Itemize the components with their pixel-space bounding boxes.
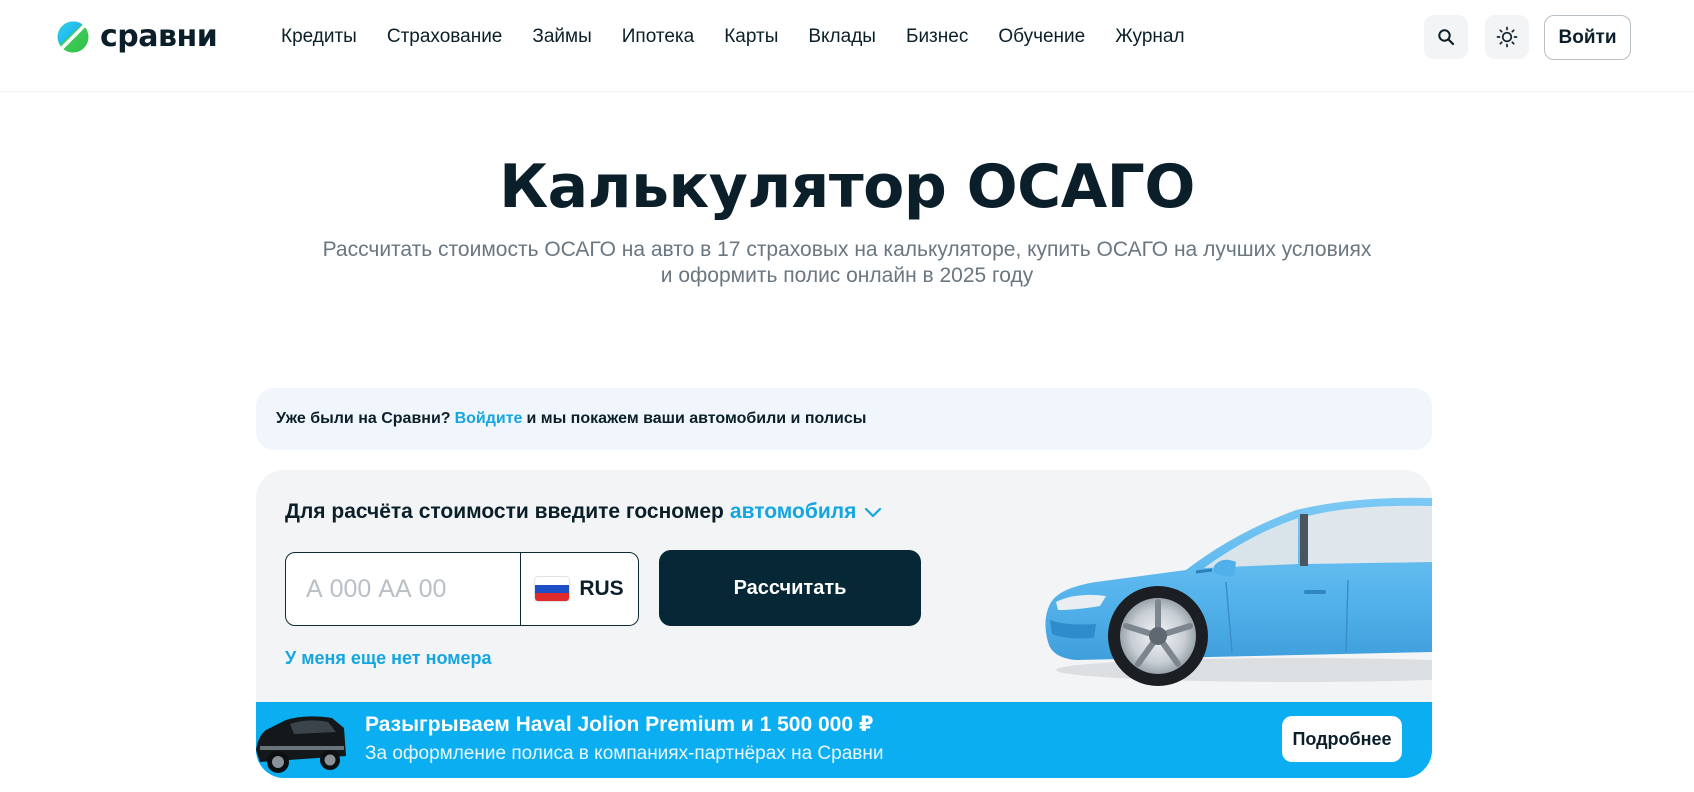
blue-car-illustration — [1045, 497, 1432, 686]
license-plate-field: RUS — [285, 552, 639, 626]
logo-text: сравни — [100, 19, 218, 54]
sun-icon — [1496, 26, 1518, 48]
site-header: сравни Кредиты Страхование Займы Ипотека… — [0, 0, 1694, 92]
promo-more-button[interactable]: Подробнее — [1282, 716, 1402, 762]
page-subtitle: Рассчитать стоимость ОСАГО на авто в 17 … — [300, 237, 1394, 289]
license-plate-input[interactable] — [286, 553, 521, 625]
nav-item-cards[interactable]: Карты — [724, 24, 778, 50]
nav-item-education[interactable]: Обучение — [998, 24, 1085, 50]
search-icon — [1438, 29, 1455, 46]
page-subtitle-line-1: Рассчитать стоимость ОСАГО на авто в 17 … — [322, 238, 1372, 261]
promo-title: Разыгрываем Haval Jolion Premium и 1 500… — [365, 713, 874, 736]
nav-item-business[interactable]: Бизнес — [906, 24, 968, 50]
login-banner: Уже были на Сравни? Войдите и мы покажем… — [256, 388, 1432, 450]
nav-item-insurance[interactable]: Страхование — [387, 24, 503, 50]
nav-item-journal[interactable]: Журнал — [1115, 24, 1184, 50]
plate-region: RUS — [521, 553, 638, 625]
calculator-label-text: Для расчёта стоимости введите госномер — [285, 500, 724, 523]
calculate-button[interactable]: Рассчитать — [659, 550, 921, 626]
chevron-down-icon[interactable] — [864, 506, 882, 518]
logo[interactable]: сравни — [56, 19, 218, 54]
russia-flag-icon — [535, 577, 570, 601]
vehicle-type-dropdown[interactable]: автомобиля — [730, 500, 856, 524]
promo-strip: Разыгрываем Haval Jolion Premium и 1 500… — [256, 702, 1432, 778]
calculator-label: Для расчёта стоимости введите госномер а… — [285, 500, 882, 524]
page-subtitle-line-2: и оформить полис онлайн в 2025 году — [660, 264, 1034, 287]
login-banner-suffix: и мы покажем ваши автомобили и полисы — [526, 410, 867, 427]
theme-toggle-button[interactable] — [1485, 15, 1529, 59]
promo-subtitle: За оформление полиса в компаниях-партнёр… — [365, 743, 884, 764]
login-button[interactable]: Войти — [1544, 15, 1631, 60]
login-banner-link[interactable]: Войдите — [455, 410, 523, 428]
black-suv-image — [256, 716, 346, 773]
logo-icon — [57, 21, 89, 53]
osago-calculator-card: Для расчёта стоимости введите госномер а… — [256, 470, 1432, 778]
login-banner-prefix: Уже были на Сравни? — [276, 410, 451, 427]
page-title: Калькулятор ОСАГО — [499, 152, 1195, 222]
no-plate-link[interactable]: У меня еще нет номера — [285, 648, 492, 669]
main-nav: Кредиты Страхование Займы Ипотека Карты … — [281, 24, 1185, 50]
plate-region-code: RUS — [579, 577, 624, 600]
nav-item-loans[interactable]: Займы — [532, 24, 591, 50]
search-button[interactable] — [1424, 15, 1468, 59]
nav-item-mortgage[interactable]: Ипотека — [622, 24, 694, 50]
nav-item-credits[interactable]: Кредиты — [281, 24, 357, 50]
nav-item-deposits[interactable]: Вклады — [808, 24, 876, 50]
